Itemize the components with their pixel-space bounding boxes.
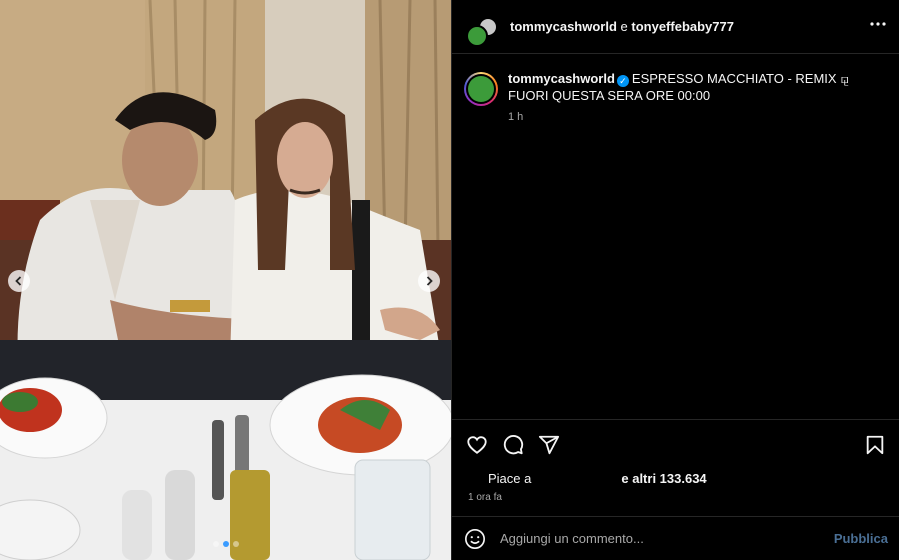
carousel-dot-active (222, 541, 229, 547)
carousel-prev-button[interactable] (8, 270, 30, 292)
bookmark-icon[interactable] (864, 434, 886, 456)
action-icons (452, 420, 899, 470)
username-link[interactable]: tonyeffebaby777 (631, 19, 734, 34)
post-caption: tommycashworld ✓ ESPRESSO MACCHIATO - REMI… (452, 54, 899, 123)
post-side-panel: tommycashworld e tonyeffebaby777 tommyca… (451, 0, 899, 560)
more-horizontal-icon (870, 22, 886, 26)
carousel-dot (212, 541, 219, 547)
comment-icon[interactable] (502, 434, 524, 456)
post-photo (0, 0, 451, 560)
username-joiner: e (616, 19, 632, 34)
chevron-right-icon (426, 276, 433, 286)
share-icon[interactable] (538, 434, 560, 456)
collab-usernames: tommycashworld e tonyeffebaby777 (510, 19, 734, 34)
carousel-indicator (0, 541, 451, 547)
carousel-next-button[interactable] (418, 270, 440, 292)
caption-username[interactable]: tommycashworld (508, 71, 615, 86)
emoji-icon[interactable] (464, 528, 486, 550)
post-actions: Piace a e altri 133.634 1 ora fa (452, 419, 899, 503)
post-header: tommycashworld e tonyeffebaby777 (452, 0, 899, 54)
likes-summary[interactable]: Piace a e altri 133.634 (452, 470, 899, 486)
likes-count[interactable]: e altri 133.634 (621, 471, 706, 486)
collab-avatars[interactable] (464, 9, 500, 47)
chevron-left-icon (15, 276, 22, 286)
caption-avatar[interactable] (464, 72, 498, 106)
carousel-dot (232, 541, 239, 547)
comment-input[interactable] (500, 531, 834, 546)
publish-button[interactable]: Pubblica (834, 531, 888, 546)
avatar (468, 76, 494, 102)
more-options-button[interactable] (869, 15, 887, 38)
comment-bar: Pubblica (452, 516, 899, 560)
username-link[interactable]: tommycashworld (510, 19, 617, 34)
post-timestamp: 1 ora fa (468, 492, 502, 503)
caption-text: tommycashworld ✓ ESPRESSO MACCHIATO - REMI… (508, 70, 883, 104)
post-media[interactable] (0, 0, 451, 560)
caption-timestamp: 1 h (508, 111, 524, 123)
avatar (466, 24, 488, 47)
heart-icon[interactable] (466, 434, 488, 456)
likes-prefix: Piace a (488, 470, 532, 486)
verified-badge-icon: ✓ (616, 75, 629, 87)
